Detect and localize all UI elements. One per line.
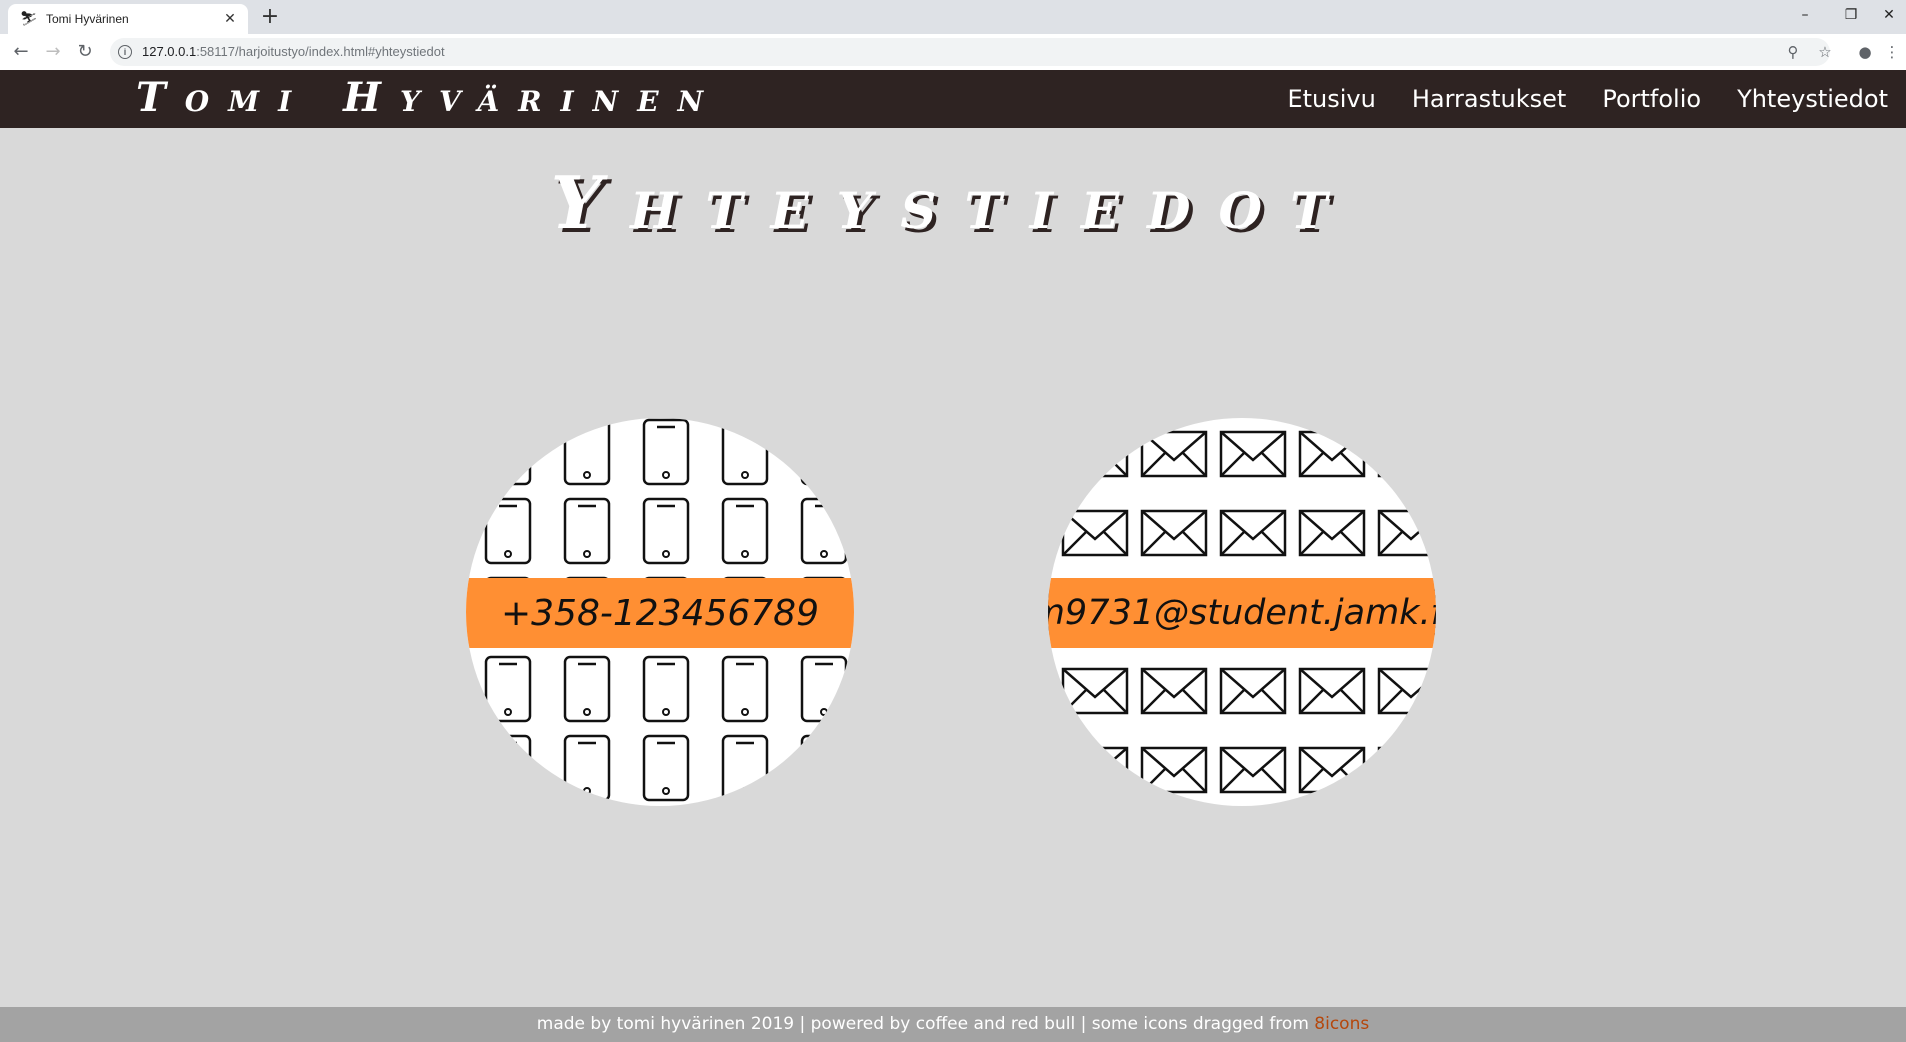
phone-number[interactable]: +358-123456789: [501, 593, 819, 634]
phone-band: +358-123456789: [466, 578, 854, 648]
site-logo[interactable]: Tomi Hyvärinen: [136, 74, 722, 121]
url-path: :58117/harjoitustyo/index.html#yhteystie…: [196, 44, 445, 59]
browser-tab[interactable]: ⛷ Tomi Hyvärinen ✕: [8, 4, 248, 34]
phone-card: +358-123456789: [466, 418, 854, 806]
main-nav: Etusivu Harrastukset Portfolio Yhteystie…: [1251, 70, 1888, 128]
nav-link-portfolio[interactable]: Portfolio: [1602, 85, 1701, 113]
tab-title: Tomi Hyvärinen: [46, 12, 129, 26]
page-title: Yhteystiedot: [550, 160, 1356, 245]
footer-text: made by tomi hyvärinen 2019 | powered by…: [536, 1014, 1315, 1034]
email-address[interactable]: m9731@student.jamk.fi: [1048, 593, 1436, 633]
new-tab-button[interactable]: +: [258, 5, 282, 29]
reload-icon[interactable]: ↻: [74, 41, 96, 63]
profile-icon[interactable]: ●: [1854, 41, 1876, 63]
restore-icon[interactable]: ❐: [1828, 0, 1874, 30]
email-band: m9731@student.jamk.fi: [1048, 578, 1436, 648]
browser-toolbar: ← → ↻ i 127.0.0.1:58117/harjoitustyo/ind…: [0, 34, 1906, 71]
back-arrow-icon[interactable]: ←: [10, 41, 32, 63]
nav-link-yhteystiedot[interactable]: Yhteystiedot: [1737, 85, 1888, 113]
footer-link-8icons[interactable]: 8icons: [1314, 1014, 1369, 1034]
info-icon[interactable]: i: [118, 45, 132, 59]
url-host: 127.0.0.1: [142, 44, 197, 59]
star-icon[interactable]: ☆: [1814, 41, 1836, 63]
minimize-icon[interactable]: –: [1782, 0, 1828, 30]
zoom-icon[interactable]: ⚲: [1782, 41, 1804, 63]
forward-arrow-icon[interactable]: →: [42, 41, 64, 63]
site-header: Tomi Hyvärinen Etusivu Harrastukset Port…: [0, 70, 1906, 128]
skater-favicon-icon: ⛷: [20, 11, 38, 27]
nav-link-harrastukset[interactable]: Harrastukset: [1412, 85, 1566, 113]
email-card: m9731@student.jamk.fi: [1048, 418, 1436, 806]
nav-link-etusivu[interactable]: Etusivu: [1287, 85, 1375, 113]
browser-tabstrip: ⛷ Tomi Hyvärinen ✕ + – ❐ ✕: [0, 0, 1906, 34]
close-window-icon[interactable]: ✕: [1872, 0, 1906, 30]
close-tab-icon[interactable]: ✕: [222, 11, 238, 27]
address-bar[interactable]: i 127.0.0.1:58117/harjoitustyo/index.htm…: [110, 38, 1830, 66]
url-text[interactable]: 127.0.0.1:58117/harjoitustyo/index.html#…: [142, 44, 445, 59]
menu-dots-icon[interactable]: ⋮: [1884, 41, 1900, 63]
site-footer: made by tomi hyvärinen 2019 | powered by…: [0, 1007, 1906, 1042]
